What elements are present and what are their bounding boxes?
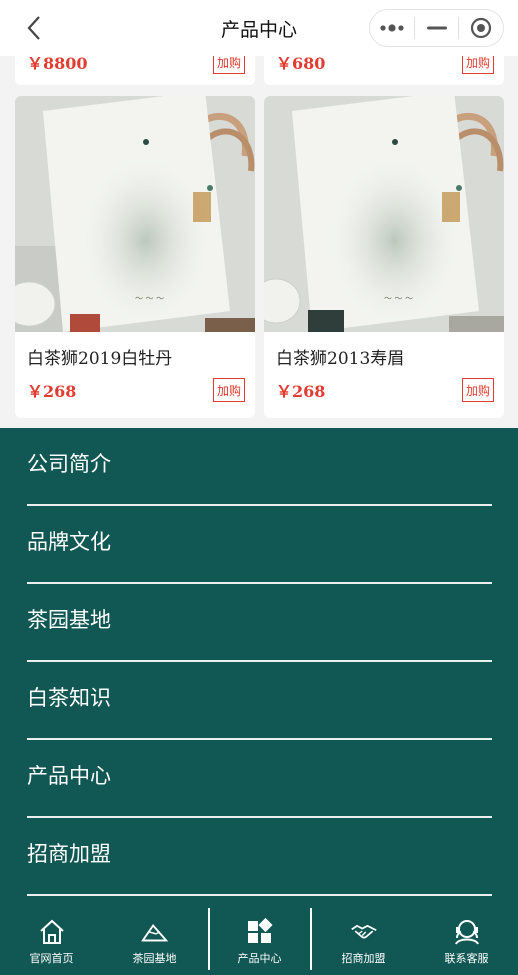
product-name[interactable]: 白茶狮2013寿眉 <box>276 344 404 369</box>
grid-icon <box>247 918 273 943</box>
minimize-button[interactable] <box>415 10 459 46</box>
product-price: ￥268 <box>276 382 326 401</box>
product-card[interactable]: 〜 〜 〜 白茶狮2019白牡丹 ￥268 加购 <box>15 96 255 418</box>
more-options-button[interactable] <box>370 10 414 46</box>
menu-item-tea-garden[interactable]: 茶园基地 <box>27 584 492 662</box>
menu-item-label: 招商加盟 <box>27 842 111 866</box>
menu-item-products[interactable]: 产品中心 <box>27 740 492 818</box>
more-dots-icon <box>380 24 404 32</box>
product-grid: ￥8800 加购 ￥680 加购 〜 〜 〜 白茶狮2019白牡丹 ￥268 加… <box>0 0 518 430</box>
tab-label: 官网首页 <box>29 952 74 965</box>
product-price: ￥268 <box>27 382 77 401</box>
tab-customer-service[interactable]: 联系客服 <box>415 908 518 975</box>
bottom-tab-bar: 官网首页 茶园基地 产品中心 招商加盟 联系客服 <box>0 908 518 975</box>
miniprogram-capsule <box>369 9 504 47</box>
mountain-icon <box>140 923 168 942</box>
tab-products[interactable]: 产品中心 <box>208 908 311 975</box>
tab-home[interactable]: 官网首页 <box>0 908 103 975</box>
menu-item-white-tea-knowledge[interactable]: 白茶知识 <box>27 662 492 740</box>
product-image[interactable]: 〜 〜 〜 <box>15 96 255 332</box>
add-to-cart-button[interactable]: 加购 <box>213 378 245 402</box>
svg-text:〜 〜 〜: 〜 〜 〜 <box>384 294 413 303</box>
add-to-cart-button[interactable]: 加购 <box>462 378 494 402</box>
menu-item-label: 公司简介 <box>27 452 111 476</box>
price-row: ￥268 加购 <box>27 378 245 402</box>
tab-label: 茶园基地 <box>132 952 177 965</box>
nav-header: 产品中心 <box>0 0 518 56</box>
menu-item-label: 品牌文化 <box>27 530 111 554</box>
product-name[interactable]: 白茶狮2019白牡丹 <box>27 344 172 369</box>
chevron-left-icon <box>27 16 40 40</box>
svg-text:〜 〜 〜: 〜 〜 〜 <box>135 294 164 303</box>
menu-item-label: 产品中心 <box>27 764 111 788</box>
tab-label: 招商加盟 <box>341 952 386 965</box>
close-miniprogram-button[interactable] <box>459 10 503 46</box>
menu-panel: 公司简介 品牌文化 茶园基地 白茶知识 产品中心 招商加盟 <box>0 428 518 908</box>
back-button[interactable] <box>18 12 50 44</box>
tab-label: 产品中心 <box>237 952 282 965</box>
tab-tea-garden[interactable]: 茶园基地 <box>103 908 206 975</box>
menu-item-brand-culture[interactable]: 品牌文化 <box>27 506 492 584</box>
menu-item-franchise[interactable]: 招商加盟 <box>27 818 492 896</box>
minus-icon <box>426 26 447 30</box>
home-icon <box>39 919 64 944</box>
headset-icon <box>454 920 479 945</box>
tab-franchise[interactable]: 招商加盟 <box>312 908 415 975</box>
menu-item-label: 茶园基地 <box>27 608 111 632</box>
target-circle-icon <box>471 17 492 39</box>
page-title: 产品中心 <box>220 18 297 41</box>
tab-label: 联系客服 <box>444 952 489 965</box>
price-row: ￥268 加购 <box>276 378 494 402</box>
product-card[interactable]: 〜 〜 〜 白茶狮2013寿眉 ￥268 加购 <box>264 96 504 418</box>
product-image[interactable]: 〜 〜 〜 <box>264 96 504 332</box>
handshake-icon <box>350 924 377 939</box>
menu-item-company-intro[interactable]: 公司简介 <box>27 428 492 506</box>
menu-item-label: 白茶知识 <box>27 686 111 710</box>
